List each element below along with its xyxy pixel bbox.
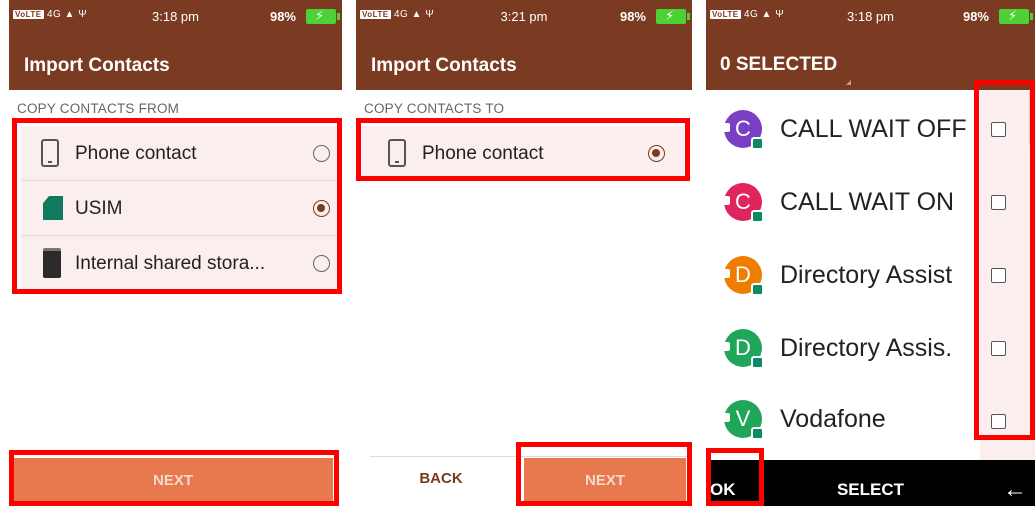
- section-label: COPY CONTACTS TO: [364, 101, 505, 116]
- contact-name: Vodafone: [780, 405, 886, 433]
- back-arrow-icon[interactable]: ←: [1003, 476, 1027, 504]
- battery-icon: ⚡: [306, 8, 340, 24]
- lock-icon: [721, 123, 730, 132]
- screen-import-from: VoLTE 4G ▲ Ψ 3:18 pm 98% ⚡ Import Contac…: [9, 0, 342, 506]
- sim-badge-icon: [751, 356, 764, 369]
- back-button[interactable]: BACK: [396, 470, 486, 487]
- app-bar: Import Contacts: [356, 32, 692, 90]
- battery-percent: 98%: [962, 9, 989, 24]
- sim-badge-icon: [751, 210, 764, 223]
- lock-icon: [721, 413, 730, 422]
- page-title: Import Contacts: [24, 55, 170, 76]
- contact-name: CALL WAIT ON: [780, 188, 955, 216]
- highlight-box-destination: [356, 118, 690, 181]
- lock-icon: [721, 196, 730, 205]
- contact-name: Directory Assist: [780, 261, 953, 289]
- contact-avatar: V: [721, 400, 764, 440]
- battery-percent: 98%: [269, 9, 296, 24]
- page-title: Import Contacts: [371, 55, 517, 76]
- lock-icon: [721, 269, 730, 278]
- highlight-box-next: [516, 442, 692, 506]
- contact-avatar: D: [721, 329, 764, 369]
- contact-name: Directory Assis.: [780, 334, 953, 362]
- sim-badge-icon: [751, 283, 764, 296]
- sim-badge-icon: [751, 137, 764, 150]
- highlight-box-next: [9, 450, 339, 506]
- battery-icon: ⚡: [999, 8, 1033, 24]
- screen-import-to: VoLTE 4G ▲ Ψ 3:21 pm 98% ⚡ Import Contac…: [356, 0, 692, 506]
- sim-badge-icon: [751, 427, 764, 440]
- lock-icon: [721, 342, 730, 351]
- highlight-box-options: [12, 118, 342, 294]
- battery-percent: 98%: [619, 9, 646, 24]
- status-bar: VoLTE 4G ▲ Ψ 3:18 pm 98% ⚡: [9, 0, 342, 32]
- contact-avatar: C: [721, 110, 764, 150]
- contact-avatar: C: [721, 183, 764, 223]
- status-bar: VoLTE 4G ▲ Ψ 3:21 pm 98% ⚡: [356, 0, 692, 32]
- status-bar: VoLTE 4G ▲ Ψ 3:18 pm 98% ⚡: [706, 0, 1035, 32]
- highlight-box-checkboxes: [974, 80, 1035, 440]
- contact-name: CALL WAIT OFF: [780, 115, 967, 143]
- screen-select-contacts: VoLTE 4G ▲ Ψ 3:18 pm 98% ⚡ 0 SELECTED C …: [706, 0, 1035, 506]
- contact-avatar: D: [721, 256, 764, 296]
- dropdown-indicator-icon: [846, 80, 851, 85]
- selection-count[interactable]: 0 SELECTED: [720, 54, 837, 76]
- section-label: COPY CONTACTS FROM: [17, 101, 180, 116]
- app-bar: Import Contacts: [9, 32, 342, 90]
- battery-icon: ⚡: [656, 8, 690, 24]
- highlight-box-ok: [706, 448, 764, 506]
